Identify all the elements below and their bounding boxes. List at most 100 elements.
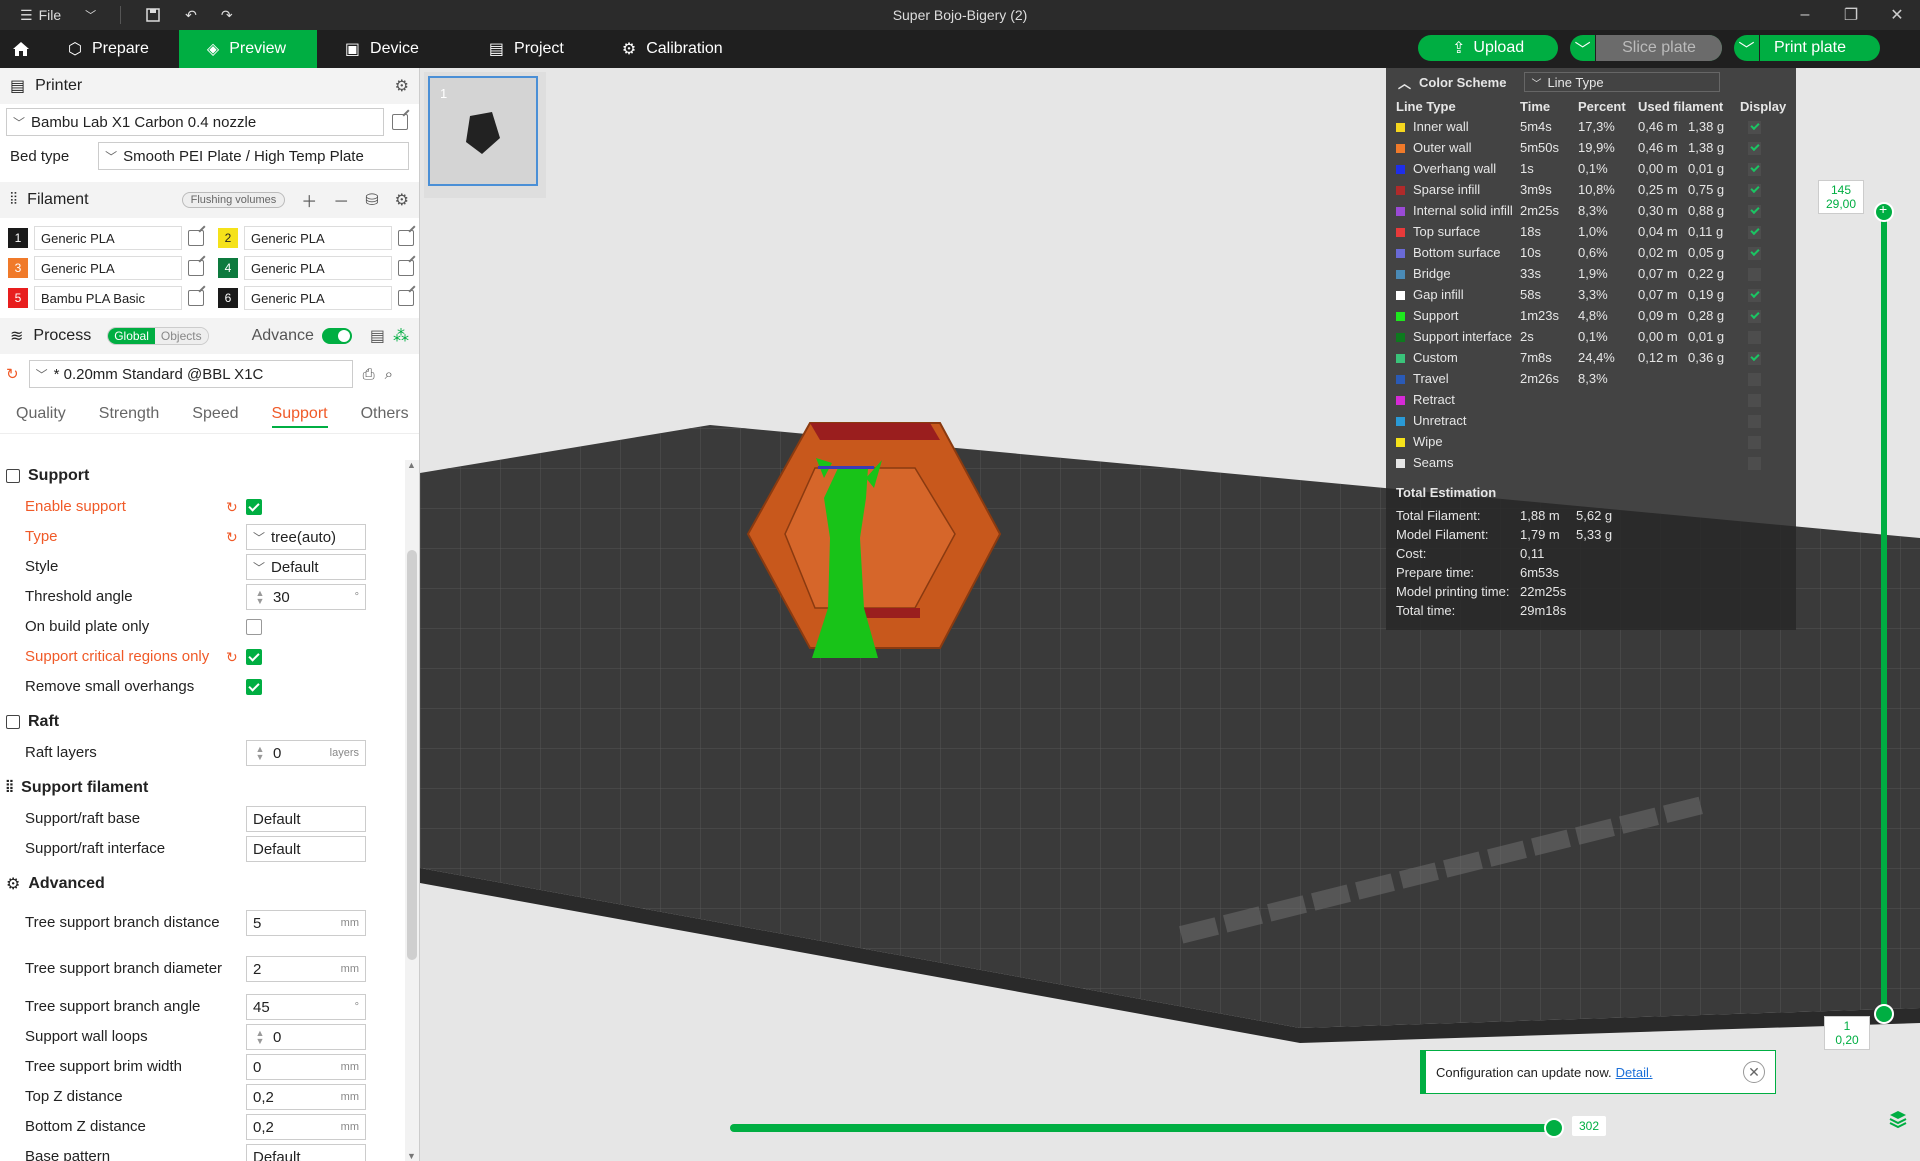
slice-plate-button[interactable]: ﹀ Slice plate xyxy=(1570,35,1722,61)
remove-icon[interactable]: － xyxy=(333,188,349,212)
save-icon[interactable]: ⎙ xyxy=(363,366,375,383)
process-preset-select[interactable]: ﹀ * 0.20mm Standard @BBL X1C xyxy=(28,360,353,388)
search-icon[interactable]: ⌕ xyxy=(385,366,393,383)
stepper-icon[interactable]: ▲ ▼ xyxy=(253,589,267,606)
base-pattern-select[interactable]: Default xyxy=(246,1144,366,1161)
edit-icon[interactable] xyxy=(398,230,414,246)
list-icon[interactable]: ▤ xyxy=(370,326,385,346)
compare-icon[interactable]: ⁂ xyxy=(393,326,409,346)
layer-slider-top-handle[interactable]: + xyxy=(1874,201,1894,222)
display-checkbox[interactable] xyxy=(1748,247,1761,261)
bottom-z-input[interactable]: 0,2 mm xyxy=(246,1114,366,1140)
reset-icon[interactable]: ↻ xyxy=(226,499,238,516)
flushing-volumes-button[interactable]: Flushing volumes xyxy=(181,192,286,208)
print-plate-button[interactable]: ﹀ Print plate xyxy=(1733,35,1880,61)
layer-slider-bottom-handle[interactable] xyxy=(1874,1004,1894,1024)
tab-speed[interactable]: Speed xyxy=(192,394,238,434)
build-plate-only-checkbox[interactable] xyxy=(246,619,262,635)
threshold-angle-input[interactable]: ▲ ▼ 30 ° xyxy=(246,584,366,610)
filament-item[interactable]: 5 Bambu PLA Basic xyxy=(8,286,218,310)
edit-icon[interactable] xyxy=(392,114,408,130)
display-checkbox[interactable] xyxy=(1748,121,1761,135)
raft-layers-input[interactable]: ▲ ▼ 0 layers xyxy=(246,740,366,766)
collapse-icon[interactable]: ︿ xyxy=(1398,73,1411,92)
filament-item[interactable]: 3 Generic PLA xyxy=(8,256,218,280)
advance-toggle[interactable] xyxy=(321,328,352,344)
edit-icon[interactable] xyxy=(188,290,204,306)
support-style-select[interactable]: ﹀ Default xyxy=(246,554,366,580)
save-icon[interactable] xyxy=(137,0,169,30)
display-checkbox[interactable] xyxy=(1748,352,1761,366)
sync-icon[interactable]: ⛁ xyxy=(365,190,378,210)
scrollbar-thumb[interactable] xyxy=(407,550,417,960)
global-objects-toggle[interactable]: Global Objects xyxy=(107,327,209,345)
filament-item[interactable]: 6 Generic PLA xyxy=(218,286,419,310)
top-z-input[interactable]: 0,2 mm xyxy=(246,1084,366,1110)
layers-icon[interactable] xyxy=(1888,1109,1908,1133)
edit-icon[interactable] xyxy=(188,230,204,246)
move-slider[interactable] xyxy=(730,1124,1556,1132)
critical-regions-checkbox[interactable] xyxy=(246,649,262,665)
stepper-icon[interactable]: ▲ ▼ xyxy=(253,1029,267,1046)
edit-icon[interactable] xyxy=(398,260,414,276)
chevron-down-icon[interactable]: ﹀ xyxy=(1734,35,1760,61)
tab-prepare[interactable]: ⬡ Prepare xyxy=(42,30,179,68)
display-checkbox[interactable] xyxy=(1748,289,1761,303)
add-icon[interactable]: ＋ xyxy=(301,188,317,212)
reset-icon[interactable]: ↻ xyxy=(226,649,238,666)
tab-strength[interactable]: Strength xyxy=(99,394,159,434)
tab-others[interactable]: Others xyxy=(361,394,409,434)
branch-angle-input[interactable]: 45 ° xyxy=(246,994,366,1020)
reset-icon[interactable]: ↻ xyxy=(6,365,19,383)
tab-project[interactable]: ▤ Project xyxy=(449,30,594,68)
redo-icon[interactable]: ↷ xyxy=(213,0,241,30)
display-checkbox[interactable] xyxy=(1748,310,1761,324)
chevron-down-icon[interactable]: ▼ xyxy=(407,1151,416,1161)
brim-width-input[interactable]: 0 mm xyxy=(246,1054,366,1080)
home-icon[interactable] xyxy=(0,30,42,68)
edit-icon[interactable] xyxy=(398,290,414,306)
display-checkbox[interactable] xyxy=(1748,268,1761,282)
stepper-icon[interactable]: ▲ ▼ xyxy=(253,745,267,762)
display-checkbox[interactable] xyxy=(1748,457,1761,471)
support-interface-select[interactable]: Default xyxy=(246,836,366,862)
filament-item[interactable]: 1 Generic PLA xyxy=(8,226,218,250)
display-checkbox[interactable] xyxy=(1748,331,1761,345)
support-base-select[interactable]: Default xyxy=(246,806,366,832)
tab-support[interactable]: Support xyxy=(271,394,328,434)
tab-calibration[interactable]: ⚙ Calibration xyxy=(594,30,753,68)
display-checkbox[interactable] xyxy=(1748,415,1761,429)
detail-link[interactable]: Detail. xyxy=(1616,1065,1653,1080)
upload-button[interactable]: ⇪ Upload xyxy=(1418,35,1559,61)
bed-type-select[interactable]: ﹀ Smooth PEI Plate / High Temp Plate xyxy=(98,142,409,170)
enable-support-checkbox[interactable] xyxy=(246,499,262,515)
close-icon[interactable]: ✕ xyxy=(1874,0,1920,30)
file-menu[interactable]: ☰ File xyxy=(12,0,69,30)
chevron-down-icon[interactable]: ﹀ xyxy=(1570,35,1597,61)
printer-select[interactable]: ﹀ Bambu Lab X1 Carbon 0.4 nozzle xyxy=(6,108,384,136)
minimize-icon[interactable]: – xyxy=(1782,0,1828,30)
undo-icon[interactable]: ↶ xyxy=(177,0,205,30)
display-checkbox[interactable] xyxy=(1748,226,1761,240)
move-slider-handle[interactable] xyxy=(1544,1118,1564,1138)
wall-loops-input[interactable]: ▲ ▼ 0 xyxy=(246,1024,366,1050)
filament-item[interactable]: 4 Generic PLA xyxy=(218,256,419,280)
chevron-down-icon[interactable]: ﹀ xyxy=(77,0,104,30)
display-checkbox[interactable] xyxy=(1748,436,1761,450)
branch-distance-input[interactable]: 5 mm xyxy=(246,910,366,936)
display-checkbox[interactable] xyxy=(1748,142,1761,156)
plate-thumbnail[interactable]: 1 xyxy=(428,76,538,186)
display-checkbox[interactable] xyxy=(1748,205,1761,219)
tab-preview[interactable]: ◈ Preview xyxy=(178,30,317,68)
chevron-up-icon[interactable]: ▲ xyxy=(407,460,416,470)
close-icon[interactable]: ✕ xyxy=(1743,1061,1765,1083)
reset-icon[interactable]: ↻ xyxy=(226,529,238,546)
tab-device[interactable]: ▣ Device xyxy=(317,30,449,68)
display-checkbox[interactable] xyxy=(1748,394,1761,408)
maximize-icon[interactable]: ❐ xyxy=(1828,0,1874,30)
support-type-select[interactable]: ﹀ tree(auto) xyxy=(246,524,366,550)
layer-slider[interactable] xyxy=(1881,212,1887,1012)
color-scheme-select[interactable]: ﹀ Line Type xyxy=(1524,72,1721,92)
tab-quality[interactable]: Quality xyxy=(16,394,66,434)
branch-diameter-input[interactable]: 2 mm xyxy=(246,956,366,982)
